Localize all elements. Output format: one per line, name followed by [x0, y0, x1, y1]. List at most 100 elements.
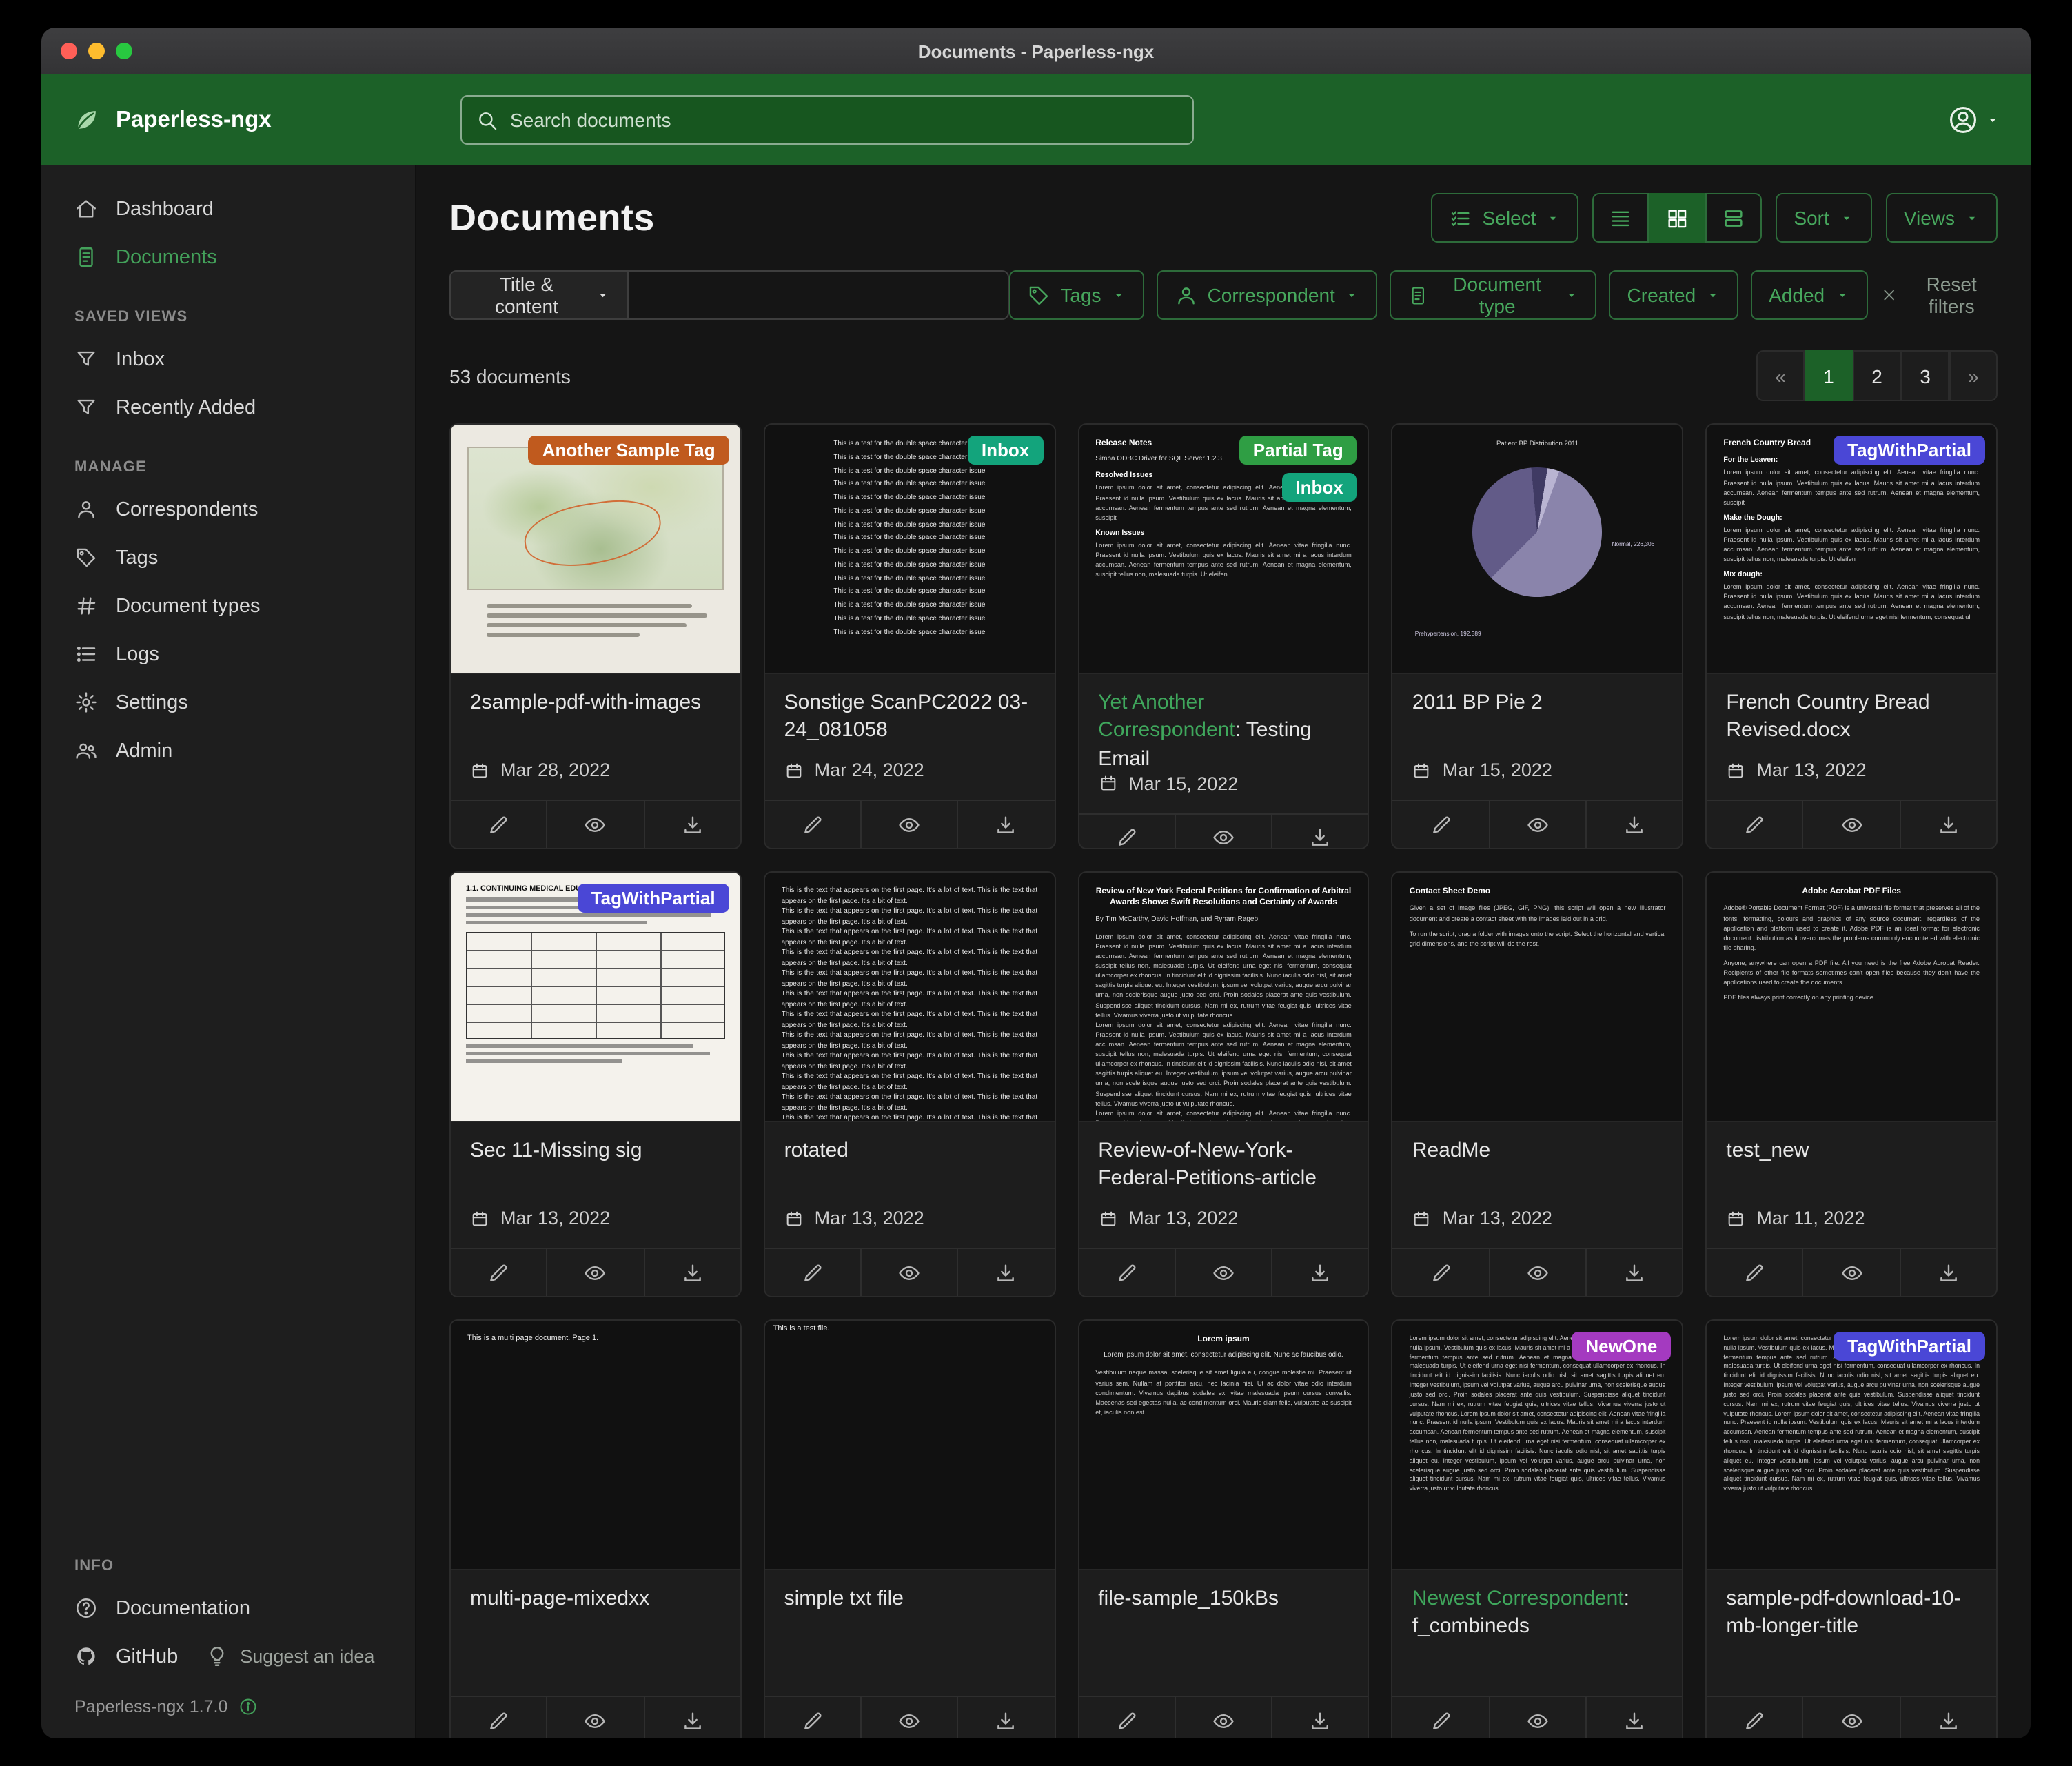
view-button[interactable] [1802, 1697, 1900, 1738]
edit-button[interactable] [765, 1249, 861, 1296]
download-button[interactable] [1585, 1697, 1683, 1738]
edit-button[interactable] [1707, 801, 1802, 848]
download-button[interactable] [643, 801, 740, 848]
document-card[interactable]: Release NotesSimba ODBC Driver for SQL S… [1077, 423, 1370, 849]
card-title[interactable]: multi-page-mixedxx [470, 1585, 721, 1642]
card-title[interactable]: file-sample_150kBs [1098, 1585, 1349, 1642]
card-title[interactable]: 2011 BP Pie 2 [1412, 689, 1663, 746]
sidebar-item-recently-added[interactable]: Recently Added [41, 383, 415, 432]
edit-button[interactable] [1393, 801, 1489, 848]
card-correspondent[interactable]: Yet Another Correspondent [1098, 691, 1235, 742]
download-button[interactable] [643, 1697, 740, 1738]
card-thumbnail[interactable]: This is the text that appears on the fir… [765, 873, 1055, 1122]
card-thumbnail[interactable]: 1.1. CONTINUING MEDICAL EDUCA TagWithPar… [451, 873, 740, 1122]
tag-badge[interactable]: Inbox [968, 436, 1043, 465]
correspondent-filter-button[interactable]: Correspondent [1157, 270, 1378, 320]
views-button[interactable]: Views [1886, 193, 1998, 243]
card-title[interactable]: test_new [1726, 1137, 1977, 1194]
download-button[interactable] [643, 1249, 740, 1296]
tag-badge[interactable]: Another Sample Tag [529, 436, 729, 465]
sidebar-item-logs[interactable]: Logs [41, 630, 415, 678]
sidebar-item-github[interactable]: GitHub [41, 1632, 192, 1681]
search-input[interactable] [510, 109, 1179, 131]
close-window-button[interactable] [61, 43, 77, 59]
card-title[interactable]: simple txt file [784, 1585, 1035, 1642]
sort-button[interactable]: Sort [1776, 193, 1871, 243]
edit-button[interactable] [451, 1249, 547, 1296]
card-title[interactable]: French Country Bread Revised.docx [1726, 689, 1977, 746]
card-thumbnail[interactable]: Another Sample Tag [451, 425, 740, 674]
document-card[interactable]: This is a test file. simple txt file [764, 1319, 1056, 1738]
card-title[interactable]: 2sample-pdf-with-images [470, 689, 721, 746]
card-thumbnail[interactable]: Lorem ipsumLorem ipsum dolor sit amet, c… [1079, 1321, 1368, 1570]
document-card[interactable]: Review of New York Federal Petitions for… [1077, 871, 1370, 1297]
sidebar-item-dashboard[interactable]: Dashboard [41, 185, 415, 233]
view-button[interactable] [1802, 1249, 1900, 1296]
card-thumbnail[interactable]: Release NotesSimba ODBC Driver for SQL S… [1079, 425, 1368, 674]
document-card[interactable]: This is a multi page document. Page 1. m… [449, 1319, 742, 1738]
tag-badge[interactable]: NewOne [1572, 1332, 1671, 1361]
edit-button[interactable] [1707, 1697, 1802, 1738]
document-card[interactable]: This is a test for the double space char… [764, 423, 1056, 849]
zoom-window-button[interactable] [116, 43, 132, 59]
document-card[interactable]: French Country BreadFor the Leaven:Lorem… [1705, 423, 1998, 849]
edit-button[interactable] [1393, 1697, 1489, 1738]
tags-filter-button[interactable]: Tags [1009, 270, 1144, 320]
card-title[interactable]: sample-pdf-download-10-mb-longer-title [1726, 1585, 1977, 1642]
document-card[interactable]: Lorem ipsum dolor sit amet, consectetur … [1392, 1319, 1684, 1738]
card-thumbnail[interactable]: Review of New York Federal Petitions for… [1079, 873, 1368, 1122]
filter-query-input[interactable] [628, 270, 1009, 320]
view-button[interactable] [1175, 815, 1272, 850]
card-thumbnail[interactable]: This is a test for the double space char… [765, 425, 1055, 674]
edit-button[interactable] [1707, 1249, 1802, 1296]
document-card[interactable]: This is the text that appears on the fir… [764, 871, 1056, 1297]
download-button[interactable] [957, 1249, 1055, 1296]
edit-button[interactable] [765, 801, 861, 848]
sidebar-item-document-types[interactable]: Document types [41, 582, 415, 630]
card-thumbnail[interactable]: This is a multi page document. Page 1. [451, 1321, 740, 1570]
title-content-dropdown[interactable]: Title & content [449, 270, 628, 320]
detail-view-button[interactable] [1705, 193, 1762, 243]
card-thumbnail[interactable]: Contact Sheet DemoGiven a set of image f… [1393, 873, 1683, 1122]
account-menu[interactable] [1948, 105, 2000, 135]
view-button[interactable] [860, 801, 957, 848]
view-button[interactable] [860, 1697, 957, 1738]
card-title[interactable]: ReadMe [1412, 1137, 1663, 1194]
document-card[interactable]: Lorem ipsum dolor sit amet, consectetur … [1705, 1319, 1998, 1738]
card-thumbnail[interactable]: Adobe Acrobat PDF FilesAdobe® Portable D… [1707, 873, 1996, 1122]
card-title[interactable]: Sonstige ScanPC2022 03-24_081058 [784, 689, 1035, 746]
card-title[interactable]: Sec 11-Missing sig [470, 1137, 721, 1194]
pagination-next[interactable]: » [1949, 350, 1998, 401]
document-card[interactable]: 1.1. CONTINUING MEDICAL EDUCA TagWithPar… [449, 871, 742, 1297]
card-title[interactable]: Newest Correspondent: f_combineds [1412, 1585, 1663, 1642]
card-thumbnail[interactable]: Lorem ipsum dolor sit amet, consectetur … [1393, 1321, 1683, 1570]
pagination-page-1[interactable]: 1 [1805, 350, 1853, 401]
download-button[interactable] [1585, 1249, 1683, 1296]
download-button[interactable] [1899, 1249, 1996, 1296]
edit-button[interactable] [765, 1697, 861, 1738]
added-filter-button[interactable]: Added [1751, 270, 1867, 320]
download-button[interactable] [957, 1697, 1055, 1738]
edit-button[interactable] [451, 1697, 547, 1738]
sidebar-item-settings[interactable]: Settings [41, 678, 415, 727]
card-correspondent[interactable]: Newest Correspondent [1412, 1587, 1624, 1610]
card-title[interactable]: Review-of-New-York-Federal-Petitions-art… [1098, 1137, 1349, 1194]
download-button[interactable] [1899, 1697, 1996, 1738]
card-title[interactable]: Yet Another Correspondent: Testing Email [1098, 689, 1349, 773]
view-button[interactable] [1488, 801, 1585, 848]
created-filter-button[interactable]: Created [1609, 270, 1739, 320]
download-button[interactable] [957, 801, 1055, 848]
card-thumbnail[interactable]: French Country BreadFor the Leaven:Lorem… [1707, 425, 1996, 674]
edit-button[interactable] [1079, 815, 1175, 850]
document-card[interactable]: Another Sample Tag 2sample-pdf-with-imag… [449, 423, 742, 849]
tag-badge[interactable]: Partial Tag [1239, 436, 1357, 465]
sidebar-item-tags[interactable]: Tags [41, 534, 415, 582]
download-button[interactable] [1271, 1249, 1368, 1296]
sidebar-item-suggest-idea[interactable]: Suggest an idea [192, 1632, 388, 1681]
edit-button[interactable] [1393, 1249, 1489, 1296]
sidebar-item-documentation[interactable]: Documentation [41, 1584, 415, 1632]
tag-badge[interactable]: Inbox [1281, 473, 1357, 502]
app-logo[interactable]: Paperless-ngx [72, 105, 419, 135]
view-button[interactable] [860, 1249, 957, 1296]
select-button[interactable]: Select [1432, 193, 1579, 243]
